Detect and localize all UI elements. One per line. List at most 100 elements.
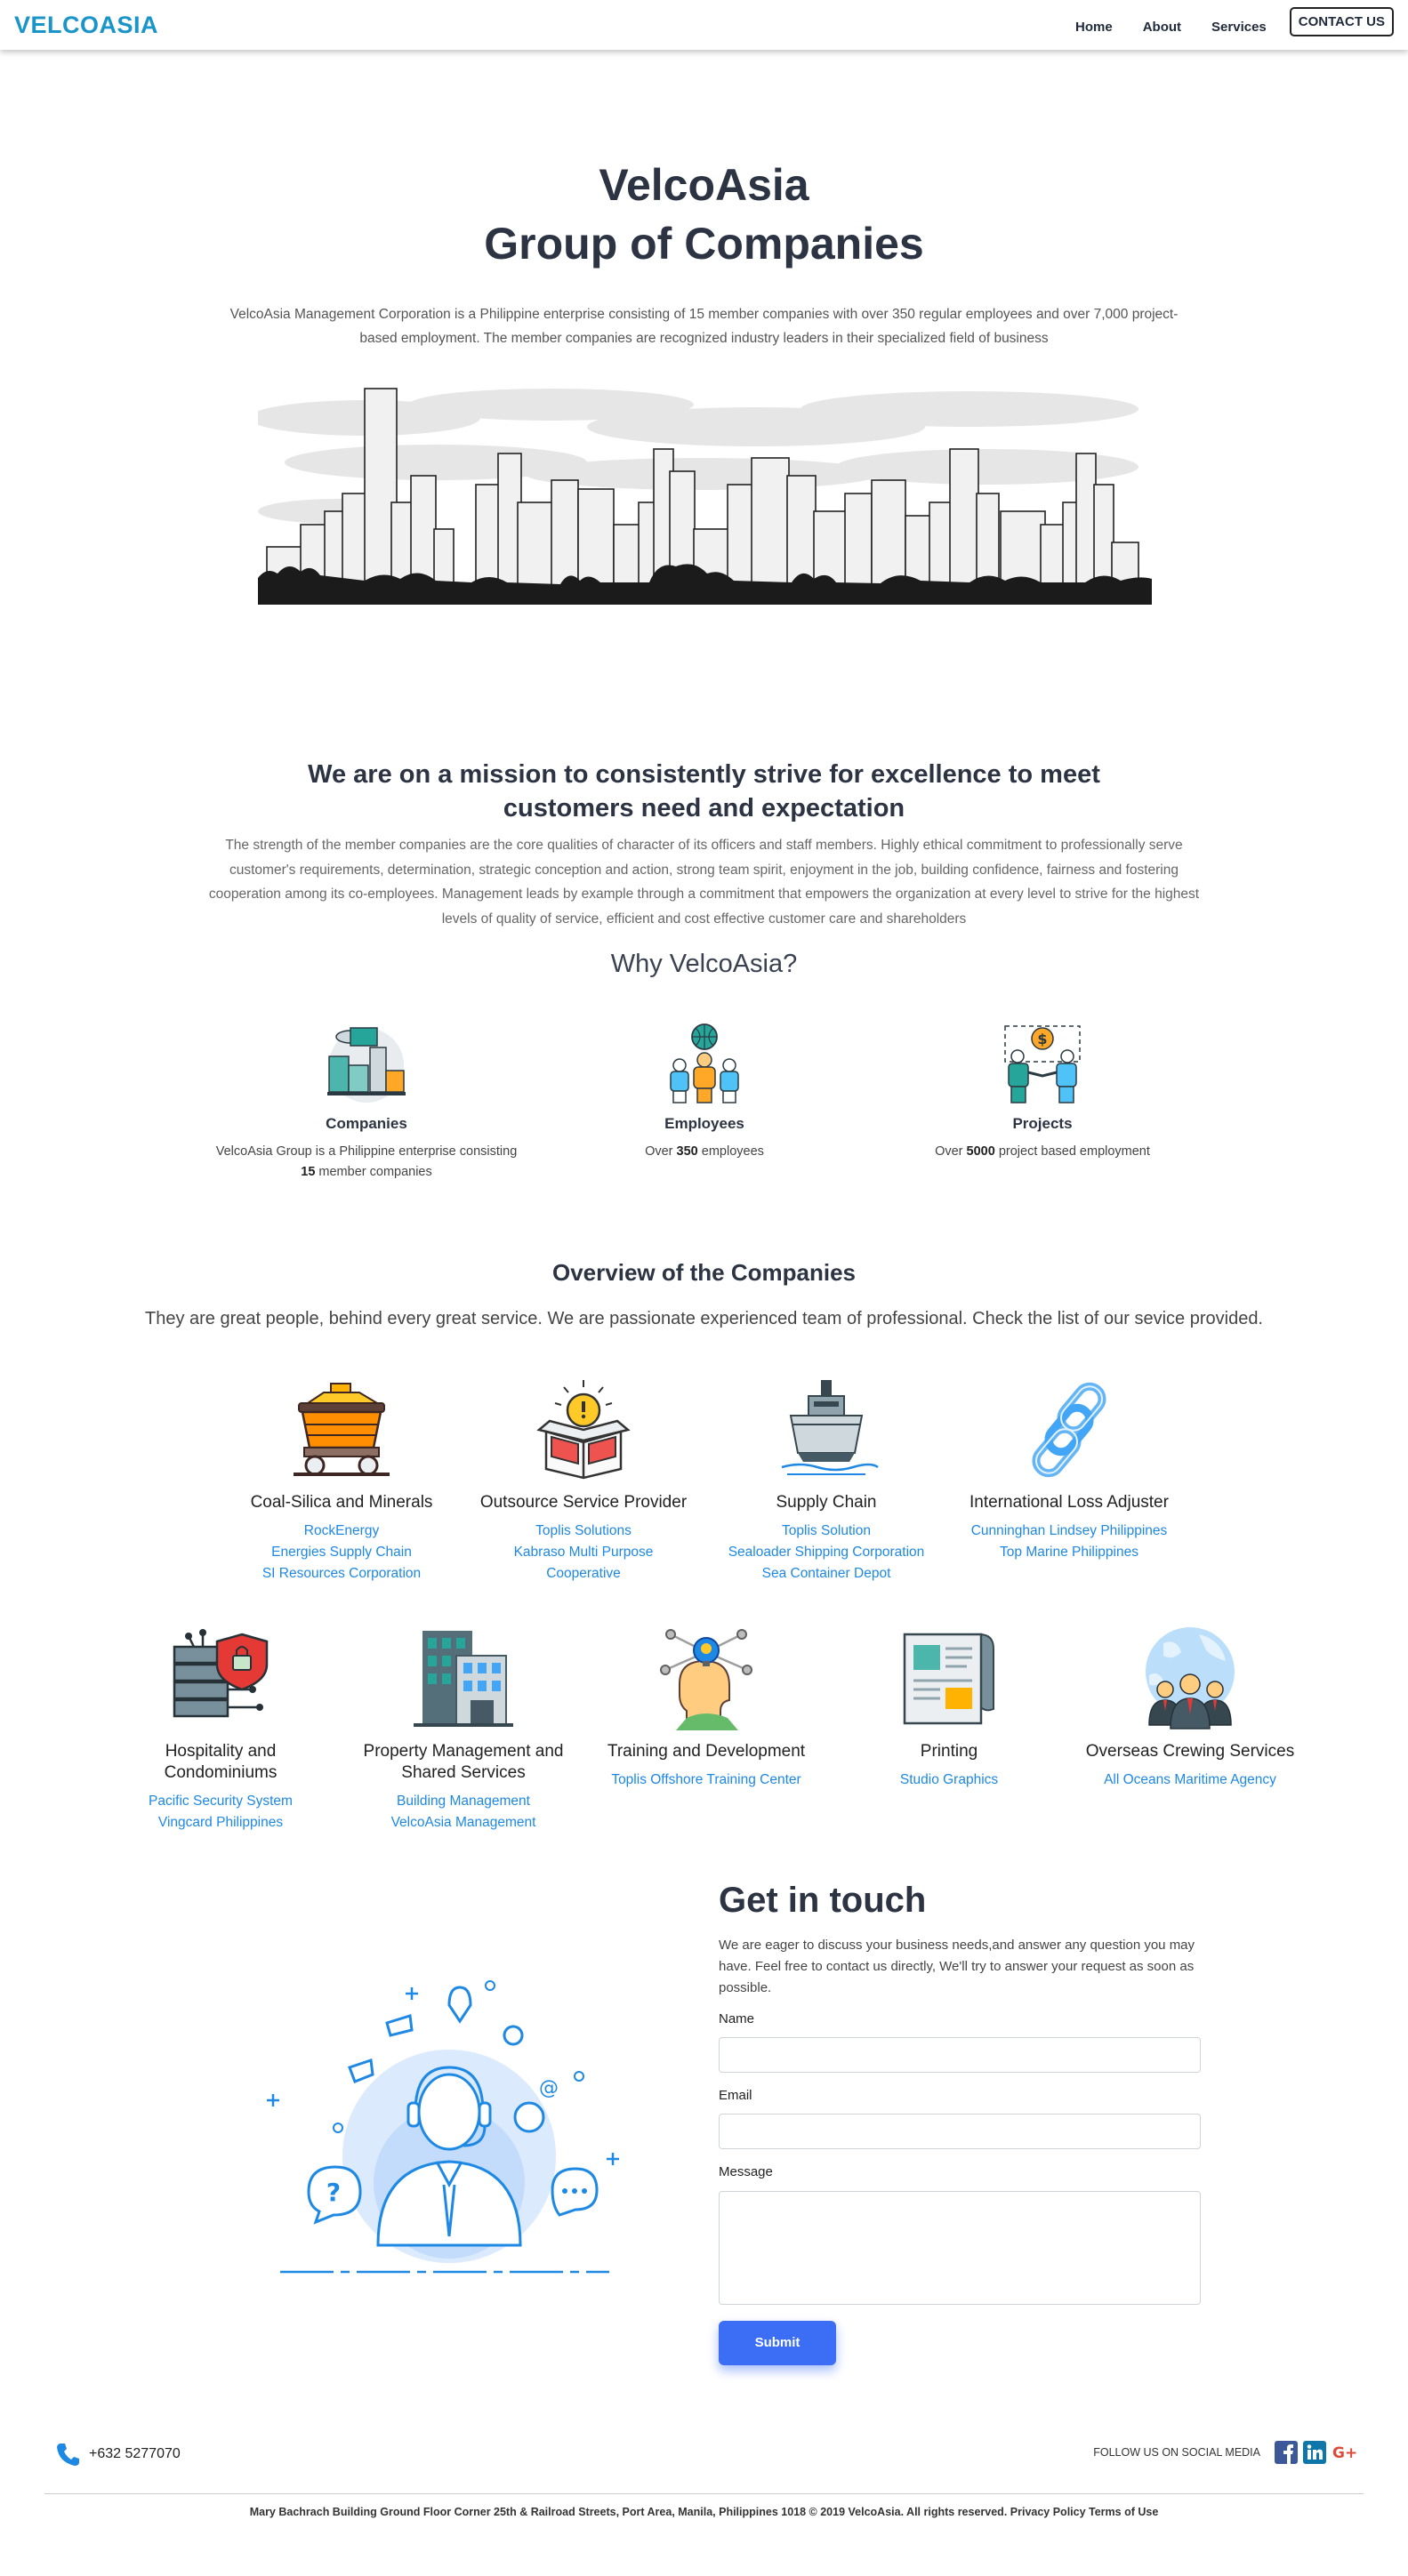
service-link-toplis-solutions[interactable]: Toplis Solutions	[477, 1521, 690, 1542]
service-links: Toplis Offshore Training Center	[599, 1769, 813, 1791]
contact-us-button[interactable]: CONTACT US	[1289, 7, 1394, 36]
service-title: Training and Development	[607, 1742, 806, 1761]
get-in-touch-text: We are eager to discuss your business ne…	[719, 1938, 1195, 1995]
why-item-label: Projects	[1012, 1115, 1073, 1132]
service-link-kabraso[interactable]: Kabraso Multi Purpose Cooperative	[477, 1542, 690, 1585]
service-title: Hospitality and Condominiums	[164, 1742, 278, 1782]
phone-icon	[57, 2444, 79, 2466]
why-text-bold: 5000	[966, 1144, 995, 1159]
footer-phone: +632 5277070	[55, 2441, 181, 2468]
footer-divider	[44, 2493, 1364, 2494]
google-plus-icon[interactable]: G+	[1332, 2441, 1358, 2464]
why-text-pre: Over	[645, 1144, 677, 1159]
hero-description: VelcoAsia Management Corporation is a Ph…	[229, 307, 1179, 346]
why-text-post: project based employment	[994, 1144, 1150, 1159]
service-links: Studio Graphics	[842, 1769, 1056, 1791]
idea-box-icon	[536, 1380, 631, 1480]
service-link-all-oceans-maritime[interactable]: All Oceans Maritime Agency	[1083, 1769, 1297, 1791]
head-idea-icon	[660, 1629, 752, 1730]
message-field[interactable]	[719, 2191, 1201, 2305]
customer-support-illustration: ? @	[267, 1980, 619, 2274]
ship-icon	[781, 1380, 879, 1475]
why-item-projects: $ Projects Over 5000 project based emplo…	[873, 1021, 1211, 1162]
why-item-text: Over 350 employees	[535, 1142, 873, 1162]
service-overseas-crewing: Overseas Crewing Services All Oceans Mar…	[1083, 1625, 1297, 1791]
service-link-studio-graphics[interactable]: Studio Graphics	[842, 1769, 1056, 1791]
why-item-label: Companies	[326, 1115, 407, 1132]
service-link-toplis-solution[interactable]: Toplis Solution	[720, 1521, 933, 1542]
projects-handshake-icon: $	[1004, 1025, 1081, 1103]
service-title: Supply Chain	[776, 1493, 877, 1512]
global-team-icon	[1146, 1627, 1235, 1729]
service-link-energies-supply-chain[interactable]: Energies Supply Chain	[235, 1542, 448, 1563]
service-links: Building Management VelcoAsia Management	[357, 1791, 570, 1834]
linkedin-icon[interactable]	[1303, 2441, 1326, 2464]
mission-text: The strength of the member companies are…	[208, 838, 1200, 927]
service-outsource: Outsource Service Provider Toplis Soluti…	[477, 1376, 690, 1585]
overview-title: Overview of the Companies	[552, 1259, 856, 1286]
service-link-top-marine[interactable]: Top Marine Philippines	[962, 1542, 1176, 1563]
phone-number[interactable]: +632 5277070	[89, 2446, 181, 2462]
nav-services-link[interactable]: Services	[1211, 20, 1267, 35]
message-label: Message	[719, 2164, 773, 2179]
brand-logo[interactable]: VELCOASIA	[14, 12, 158, 39]
service-link-cunninghan-lindsey[interactable]: Cunninghan Lindsey Philippines	[962, 1521, 1176, 1542]
hero-title-line2: Group of Companies	[484, 219, 924, 269]
service-links: Cunninghan Lindsey Philippines Top Marin…	[962, 1521, 1176, 1563]
hero-title-line1: VelcoAsia	[599, 160, 809, 210]
hero-title: VelcoAsia Group of Companies	[0, 156, 1408, 273]
why-item-text: VelcoAsia Group is a Philippine enterpri…	[197, 1142, 535, 1183]
mining-cart-icon	[294, 1383, 390, 1476]
why-item-text: Over 5000 project based employment	[873, 1142, 1211, 1162]
chain-link-icon	[1032, 1382, 1106, 1478]
service-links: RockEnergy Energies Supply Chain SI Reso…	[235, 1521, 448, 1585]
service-link-pacific-security[interactable]: Pacific Security System	[114, 1791, 327, 1812]
service-training: Training and Development Toplis Offshore…	[599, 1625, 813, 1791]
top-navbar: VELCOASIA Home About Services CONTACT US	[0, 0, 1408, 50]
nav-about-link[interactable]: About	[1143, 20, 1181, 35]
mission-title: We are on a mission to consistently stri…	[308, 760, 1100, 823]
service-printing: Printing Studio Graphics	[842, 1625, 1056, 1791]
service-links: Toplis Solution Sealoader Shipping Corpo…	[720, 1521, 933, 1585]
svg-text:@: @	[539, 2077, 559, 2099]
follow-us-label: FOLLOW US ON SOCIAL MEDIA	[1093, 2446, 1260, 2459]
why-item-label: Employees	[664, 1115, 744, 1132]
nav-home-link[interactable]: Home	[1075, 20, 1113, 35]
submit-button[interactable]: Submit	[719, 2321, 836, 2365]
why-text-post: member companies	[315, 1165, 432, 1179]
server-security-icon	[173, 1629, 269, 1718]
name-field[interactable]	[719, 2037, 1201, 2073]
printing-paper-icon	[903, 1633, 994, 1725]
email-field[interactable]	[719, 2114, 1201, 2149]
why-text-pre: VelcoAsia Group is a Philippine enterpri…	[215, 1144, 518, 1159]
service-link-vingcard[interactable]: Vingcard Philippines	[114, 1812, 327, 1834]
service-link-rockenergy[interactable]: RockEnergy	[235, 1521, 448, 1542]
email-label: Email	[719, 2088, 752, 2103]
employees-globe-icon	[670, 1023, 739, 1103]
companies-city-icon	[327, 1027, 406, 1103]
why-text-post: employees	[697, 1144, 764, 1159]
why-text-bold: 350	[676, 1144, 698, 1159]
service-title: Outsource Service Provider	[479, 1493, 688, 1512]
svg-text:G+: G+	[1332, 2444, 1357, 2462]
service-link-sea-container-depot[interactable]: Sea Container Depot	[720, 1563, 933, 1585]
service-title: Coal-Silica and Minerals	[250, 1493, 433, 1512]
why-text-pre: Over	[935, 1144, 967, 1159]
social-media: FOLLOW US ON SOCIAL MEDIA G+	[1093, 2441, 1358, 2464]
service-link-building-management[interactable]: Building Management	[357, 1791, 570, 1812]
svg-text:$: $	[1037, 1031, 1047, 1047]
service-link-sealoader[interactable]: Sealoader Shipping Corporation	[720, 1542, 933, 1563]
service-link-toplis-offshore[interactable]: Toplis Offshore Training Center	[599, 1769, 813, 1791]
facebook-icon[interactable]	[1275, 2441, 1298, 2464]
svg-text:?: ?	[326, 2178, 341, 2207]
why-velcoasia-title: Why VelcoAsia?	[610, 950, 798, 978]
service-links: All Oceans Maritime Agency	[1083, 1769, 1297, 1791]
nav-links: Home About Services CONTACT US	[1045, 7, 1394, 36]
service-title: International Loss Adjuster	[970, 1493, 1169, 1512]
service-link-velcoasia-management[interactable]: VelcoAsia Management	[357, 1812, 570, 1834]
service-hospitality: Hospitality and Condominiums Pacific Sec…	[114, 1625, 327, 1834]
service-link-si-resources[interactable]: SI Resources Corporation	[235, 1563, 448, 1585]
city-skyline-illustration	[258, 388, 1152, 605]
get-in-touch-title: Get in touch	[719, 1881, 927, 1920]
service-links: Toplis Solutions Kabraso Multi Purpose C…	[477, 1521, 690, 1585]
